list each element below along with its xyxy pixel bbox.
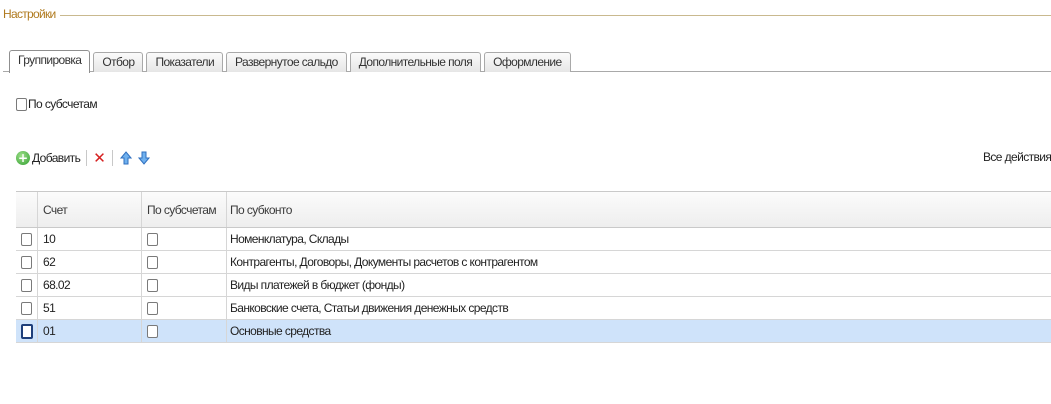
toolbar-separator — [86, 150, 88, 166]
account-cell: 51 — [38, 297, 142, 319]
add-button[interactable]: + Добавить — [16, 151, 81, 165]
row-by-subaccounts-checkbox[interactable] — [147, 324, 158, 338]
by-subaccounts-checkbox[interactable] — [16, 97, 27, 111]
delete-icon[interactable]: ✕ — [93, 150, 106, 166]
table-row[interactable]: 10 Номенклатура, Склады — [16, 228, 1051, 251]
tab-indicators[interactable]: Показатели — [146, 52, 224, 72]
row-use-checkbox[interactable] — [20, 323, 33, 339]
table-row-selected[interactable]: 01 Основные средства — [16, 320, 1051, 343]
group-divider — [59, 14, 1051, 16]
table-toolbar: + Добавить ✕ — [16, 149, 151, 167]
add-circle-icon: + — [16, 151, 30, 165]
row-use-checkbox[interactable] — [21, 278, 32, 292]
account-cell: 62 — [38, 251, 142, 273]
table-header-row: Счет По субсчетам По субконто — [16, 192, 1051, 228]
tab-strip: Группировка Отбор Показатели Развернутое… — [9, 50, 574, 73]
grouping-table: Счет По субсчетам По субконто 10 Номенкл… — [16, 191, 1051, 343]
account-cell: 10 — [38, 228, 142, 250]
tab-additional-fields[interactable]: Дополнительные поля — [349, 52, 482, 72]
by-subaccounts-option[interactable]: По субсчетам — [16, 97, 98, 111]
account-cell: 01 — [38, 320, 142, 342]
table-row[interactable]: 68.02 Виды платежей в бюджет (фонды) — [16, 274, 1051, 297]
all-actions-menu[interactable]: Все действия — [983, 150, 1051, 164]
row-by-subaccounts-checkbox[interactable] — [147, 255, 158, 269]
column-header-account[interactable]: Счет — [38, 192, 142, 227]
settings-group-title: Настройки — [3, 7, 56, 21]
row-use-checkbox[interactable] — [21, 301, 32, 315]
subconto-cell: Основные средства — [230, 324, 331, 338]
arrow-down-icon[interactable] — [137, 150, 151, 166]
tab-appearance[interactable]: Оформление — [484, 52, 571, 72]
account-cell: 68.02 — [38, 274, 142, 296]
add-button-label: Добавить — [32, 151, 81, 165]
row-by-subaccounts-checkbox[interactable] — [147, 301, 158, 315]
table-row[interactable]: 51 Банковские счета, Статьи движения ден… — [16, 297, 1051, 320]
subconto-cell: Контрагенты, Договоры, Документы расчето… — [230, 255, 538, 269]
tab-expanded-balance[interactable]: Развернутое сальдо — [226, 52, 347, 72]
column-header-by-subaccounts[interactable]: По субсчетам — [142, 192, 227, 227]
toolbar-separator — [111, 150, 113, 166]
settings-group-header: Настройки — [3, 6, 1051, 22]
subconto-cell: Номенклатура, Склады — [230, 232, 349, 246]
row-by-subaccounts-checkbox[interactable] — [147, 232, 158, 246]
arrow-up-icon[interactable] — [119, 150, 133, 166]
subconto-cell: Банковские счета, Статьи движения денежн… — [230, 301, 509, 315]
row-by-subaccounts-checkbox[interactable] — [147, 278, 158, 292]
tab-filter[interactable]: Отбор — [93, 52, 144, 72]
column-header-by-subconto[interactable]: По субконто — [227, 192, 1051, 227]
header-check-column — [16, 192, 38, 227]
table-row[interactable]: 62 Контрагенты, Договоры, Документы расч… — [16, 251, 1051, 274]
tab-grouping[interactable]: Группировка — [9, 50, 91, 73]
subconto-cell: Виды платежей в бюджет (фонды) — [230, 278, 405, 292]
row-use-checkbox[interactable] — [21, 232, 32, 246]
by-subaccounts-label: По субсчетам — [28, 97, 98, 111]
row-use-checkbox[interactable] — [21, 255, 32, 269]
